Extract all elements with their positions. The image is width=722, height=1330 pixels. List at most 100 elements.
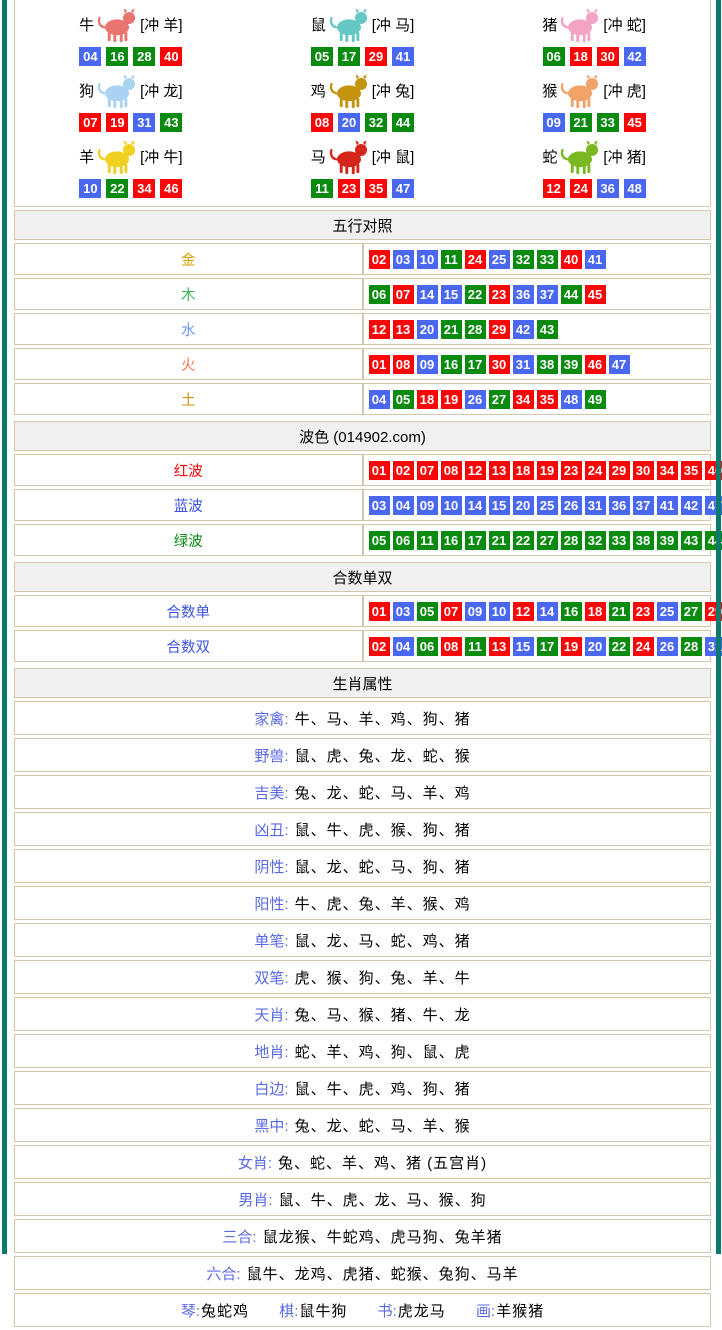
- zodiac-chong: [冲 兔]: [372, 80, 415, 101]
- attr-value: 兔、龙、蛇、马、羊、鸡: [295, 785, 471, 802]
- zodiac-title: 鸡 [冲 兔]: [247, 69, 479, 111]
- bose-row-red: 红波 0102070812131819232429303435404546: [14, 454, 711, 486]
- ball: 46: [160, 179, 182, 198]
- ball: 08: [311, 113, 333, 132]
- ball: 33: [609, 531, 630, 550]
- section-title-bose: 波色 (014902.com): [14, 421, 711, 451]
- zodiac-cell-goat: 羊 [冲 牛] 10223446: [15, 134, 247, 200]
- attr-label: 书:: [378, 1303, 397, 1320]
- ball: 05: [311, 47, 333, 66]
- ball: 40: [561, 250, 582, 269]
- ball: 21: [609, 602, 630, 621]
- zodiac-name: 猴: [542, 80, 557, 101]
- zodiac-title: 猪 [冲 蛇]: [478, 3, 710, 45]
- ball: 22: [465, 285, 486, 304]
- attr-row-single-stroke: 单笔:鼠、龙、马、蛇、鸡、猪: [14, 923, 711, 957]
- zodiac-title: 狗 [冲 龙]: [15, 69, 247, 111]
- ball: 15: [489, 496, 510, 515]
- ball: 07: [393, 285, 414, 304]
- ball: 42: [624, 47, 646, 66]
- zodiac-name: 狗: [79, 80, 94, 101]
- ball: 31: [585, 496, 606, 515]
- zodiac-title: 猴 [冲 虎]: [478, 69, 710, 111]
- ball: 20: [417, 320, 438, 339]
- attr-row-double-stroke: 双笔:虎、猴、狗、兔、羊、牛: [14, 960, 711, 994]
- ball: 17: [465, 355, 486, 374]
- heshu-table: 合数单双 合数单 0103050709101214161821232527293…: [14, 559, 711, 665]
- ball: 31: [513, 355, 534, 374]
- ball: 03: [393, 602, 414, 621]
- ball: 26: [465, 390, 486, 409]
- zodiac-grid: 牛 [冲 羊] 04162840 鼠 [冲 马]: [14, 0, 711, 207]
- zodiac-cell-ox: 牛 [冲 羊] 04162840: [15, 2, 247, 68]
- attr-row-yin: 阴性: 鼠、龙、蛇、马、狗、猪: [14, 849, 711, 883]
- zodiac-chong: [冲 牛]: [140, 146, 183, 167]
- attr-value: 鼠、牛、虎、猴、狗、猪: [295, 822, 471, 839]
- attr-label: 野兽:: [254, 748, 288, 765]
- row-label: 蓝波: [14, 489, 363, 521]
- ball: 41: [585, 250, 606, 269]
- ball-list: 04051819262734354849: [363, 383, 712, 415]
- ball: 10: [489, 602, 510, 621]
- row-label: 绿波: [14, 524, 363, 556]
- attr-value: 牛、马、羊、鸡、狗、猪: [295, 711, 471, 728]
- ball: 37: [537, 285, 558, 304]
- attr-row-wild: 野兽:鼠、虎、兔、龙、蛇、猴: [14, 738, 711, 772]
- heshu-row-odd: 合数单 010305070910121416182123252729303234…: [14, 595, 711, 627]
- ball: 49: [585, 390, 606, 409]
- ball-list: 03040910141520252631363741424748: [363, 489, 712, 521]
- ball-list: 07193143: [15, 113, 247, 132]
- zodiac-title: 鼠 [冲 马]: [247, 3, 479, 45]
- ball: 06: [543, 47, 565, 66]
- ball: 27: [537, 531, 558, 550]
- ball: 33: [597, 113, 619, 132]
- ball: 45: [624, 113, 646, 132]
- bose-table: 波色 (014902.com) 红波 010207081213181923242…: [14, 418, 711, 559]
- heshu-row-even: 合数双 020406081113151719202224262831333537…: [14, 630, 711, 662]
- attr-value: 鼠、龙、蛇、马、狗、猪: [295, 859, 471, 876]
- attr-label: 三合:: [222, 1229, 256, 1246]
- ball: 18: [570, 47, 592, 66]
- ball: 11: [417, 531, 438, 550]
- ball-list: 02031011242532334041: [363, 243, 712, 275]
- wuxing-row-earth: 土 04051819262734354849: [14, 383, 711, 415]
- ball: 09: [417, 355, 438, 374]
- ball: 02: [393, 461, 414, 480]
- ball: 42: [513, 320, 534, 339]
- attr-value: 虎龙马: [398, 1303, 446, 1320]
- ball: 46: [585, 355, 606, 374]
- ball: 08: [441, 637, 462, 656]
- zodiac-cell-rat: 鼠 [冲 马] 05172941: [247, 2, 479, 68]
- ball: 41: [392, 47, 414, 66]
- ball-list: 0108091617303138394647: [363, 348, 712, 380]
- zodiac-chong: [冲 蛇]: [603, 14, 646, 35]
- ball: 15: [441, 285, 462, 304]
- zodiac-chong: [冲 羊]: [140, 14, 183, 35]
- ball: 18: [585, 602, 606, 621]
- zodiac-name: 蛇: [542, 146, 557, 167]
- ball: 31: [133, 113, 155, 132]
- pig-icon: [558, 6, 602, 43]
- ball: 01: [369, 355, 390, 374]
- attr-label: 凶丑:: [254, 822, 288, 839]
- attr-value: 兔蛇鸡: [201, 1303, 249, 1320]
- attr-value: 鼠龙猴、牛蛇鸡、虎马狗、兔羊猪: [263, 1229, 503, 1246]
- ball: 47: [609, 355, 630, 374]
- ball: 29: [609, 461, 630, 480]
- ball: 23: [633, 602, 654, 621]
- attr-label: 阴性:: [254, 859, 288, 876]
- ball: 05: [369, 531, 390, 550]
- attr-label: 琴:: [181, 1303, 200, 1320]
- ball: 04: [79, 47, 101, 66]
- ball: 11: [441, 250, 462, 269]
- attr-value: 羊猴猪: [496, 1303, 544, 1320]
- ball: 14: [465, 496, 486, 515]
- ball-list: 0204060811131517192022242628313335373940…: [363, 630, 712, 662]
- attr-row-sanhe: 三合: 鼠龙猴、牛蛇鸡、虎马狗、兔羊猪: [14, 1219, 711, 1253]
- zodiac-cell-rooster: 鸡 [冲 兔] 08203244: [247, 68, 479, 134]
- attr-label: 女肖:: [238, 1155, 272, 1172]
- ball-list: 12243648: [478, 179, 710, 198]
- section-title-shengxiao: 生肖属性: [14, 668, 711, 698]
- row-label: 火: [14, 348, 363, 380]
- attr-value: 蛇、羊、鸡、狗、鼠、虎: [295, 1044, 471, 1061]
